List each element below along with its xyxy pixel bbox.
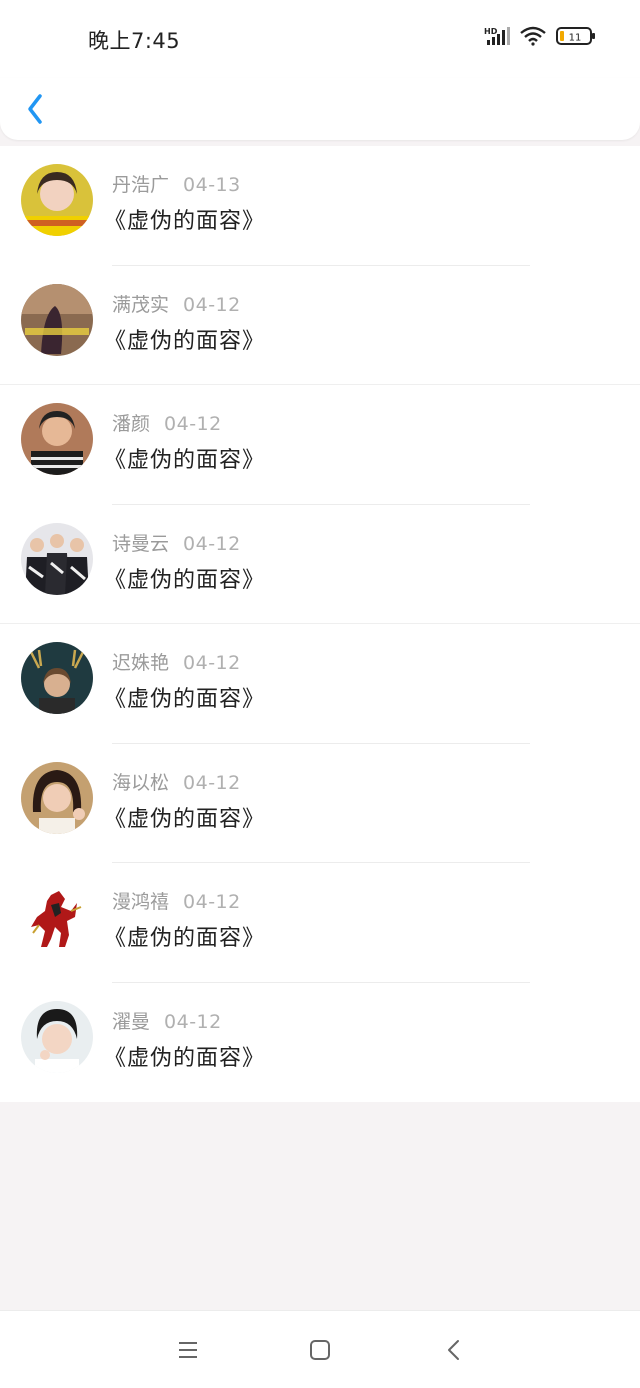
item-date: 04-12 <box>183 652 241 674</box>
user-name[interactable]: 濯曼 <box>112 1011 150 1033</box>
avatar[interactable] <box>21 283 93 356</box>
battery-icon: 11 <box>556 26 596 46</box>
system-back-button[interactable] <box>441 1337 467 1363</box>
status-time: 晚上7:45 <box>88 29 181 53</box>
item-meta: 海以松 04-12 <box>112 768 241 795</box>
item-meta: 漫鸿禧 04-12 <box>112 887 241 914</box>
item-meta: 潘颜 04-12 <box>112 409 222 436</box>
system-nav-bar <box>0 1310 640 1388</box>
item-title[interactable]: 《虚伪的面容》 <box>104 681 265 713</box>
item-date: 04-12 <box>183 891 241 913</box>
item-date: 04-12 <box>183 293 241 316</box>
back-icon <box>448 1340 459 1360</box>
item-title[interactable]: 《虚伪的面容》 <box>104 323 265 355</box>
signal-icon: HD <box>484 26 510 46</box>
user-name[interactable]: 迟姝艳 <box>112 652 169 674</box>
item-date: 04-12 <box>164 1010 222 1033</box>
user-name[interactable]: 丹浩广 <box>112 174 169 196</box>
item-date: 04-12 <box>183 532 241 555</box>
item-title[interactable]: 《虚伪的面容》 <box>104 562 265 594</box>
user-name[interactable]: 漫鸿禧 <box>112 891 169 913</box>
avatar[interactable] <box>21 403 93 475</box>
user-name[interactable]: 诗曼云 <box>112 533 169 555</box>
home-square-icon <box>310 1340 330 1360</box>
list-item[interactable]: 诗曼云 04-12 《虚伪的面容》 <box>0 505 640 624</box>
list-item[interactable]: 丹浩广 04-13 《虚伪的面容》 <box>0 146 640 266</box>
list-item[interactable]: 满茂实 04-12 《虚伪的面容》 <box>0 266 640 385</box>
status-icons: HD 11 <box>484 26 596 46</box>
home-button[interactable] <box>307 1337 333 1363</box>
menu-button[interactable] <box>175 1337 201 1363</box>
item-meta: 迟姝艳 04-12 <box>112 648 241 675</box>
avatar[interactable] <box>21 761 93 834</box>
item-meta: 诗曼云 04-12 <box>112 529 241 556</box>
user-name[interactable]: 满茂实 <box>112 294 169 316</box>
back-chevron-icon <box>28 94 42 124</box>
battery-level: 11 <box>569 33 582 44</box>
network-label: HD <box>484 27 498 36</box>
item-meta: 濯曼 04-12 <box>112 1007 222 1034</box>
status-bar: 晚上7:45 HD 11 <box>0 0 640 78</box>
list-item[interactable]: 海以松 04-12 《虚伪的面容》 <box>0 744 640 863</box>
list-item[interactable]: 潘颜 04-12 《虚伪的面容》 <box>0 385 640 505</box>
back-button[interactable] <box>18 88 58 130</box>
item-title[interactable]: 《虚伪的面容》 <box>104 1040 265 1072</box>
item-date: 04-13 <box>183 174 241 196</box>
item-date: 04-12 <box>183 771 241 794</box>
item-title[interactable]: 《虚伪的面容》 <box>104 442 265 474</box>
avatar[interactable] <box>21 1000 93 1073</box>
header <box>0 78 640 140</box>
wifi-icon <box>520 26 546 46</box>
menu-icon <box>179 1342 197 1358</box>
item-title[interactable]: 《虚伪的面容》 <box>104 920 265 952</box>
item-title[interactable]: 《虚伪的面容》 <box>104 203 265 235</box>
user-name[interactable]: 海以松 <box>112 772 169 794</box>
avatar[interactable] <box>21 164 93 236</box>
avatar[interactable] <box>21 522 93 595</box>
list-item[interactable]: 迟姝艳 04-12 《虚伪的面容》 <box>0 624 640 744</box>
list-item[interactable]: 濯曼 04-12 《虚伪的面容》 <box>0 983 640 1103</box>
item-title[interactable]: 《虚伪的面容》 <box>104 801 265 833</box>
comment-list: 丹浩广 04-13 《虚伪的面容》 满茂实 04-12 《虚伪的面容》 潘颜 0… <box>0 146 640 1102</box>
user-name[interactable]: 潘颜 <box>112 413 150 435</box>
list-item[interactable]: 漫鸿禧 04-12 《虚伪的面容》 <box>0 863 640 983</box>
item-meta: 满茂实 04-12 <box>112 290 241 317</box>
item-date: 04-12 <box>164 413 222 435</box>
item-meta: 丹浩广 04-13 <box>112 170 241 197</box>
avatar[interactable] <box>21 881 93 953</box>
avatar[interactable] <box>21 642 93 714</box>
